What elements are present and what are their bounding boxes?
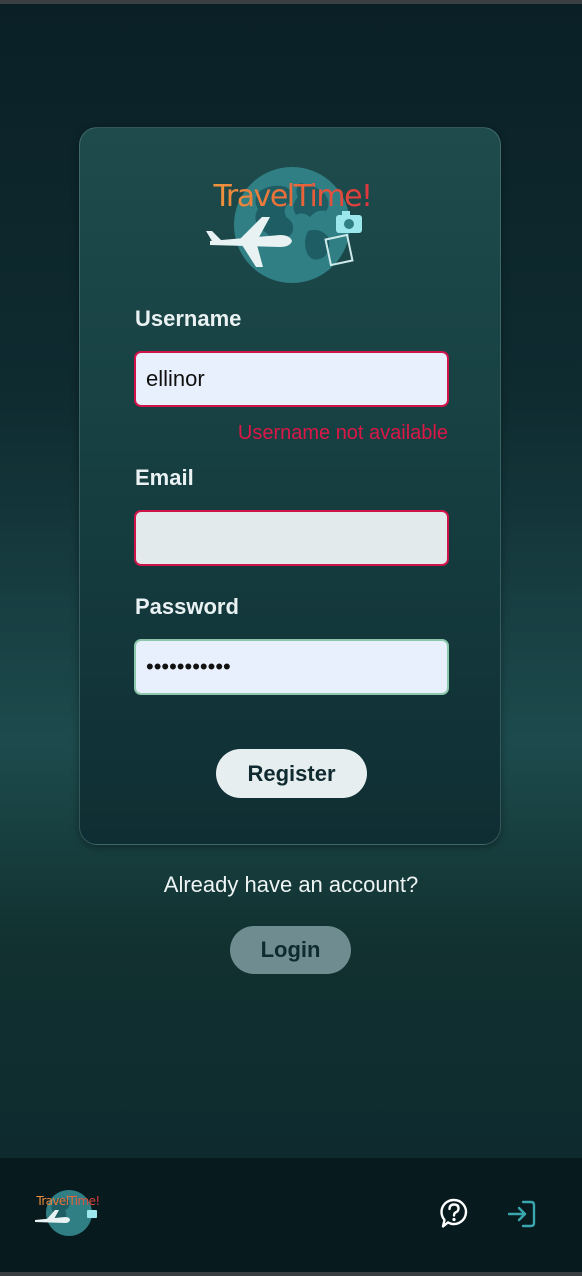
email-label: Email	[135, 465, 194, 490]
footer-logo-text: TravelTime!	[27, 1194, 109, 1208]
password-label: Password	[135, 594, 239, 619]
logo-text: TravelTime!	[190, 179, 395, 214]
username-error-message: Username not available	[237, 422, 448, 444]
register-page: TravelTime! Username Username not availa…	[0, 4, 582, 1158]
login-button[interactable]: Login	[230, 926, 351, 974]
username-label: Username	[135, 306, 242, 331]
register-button[interactable]: Register	[216, 749, 367, 798]
password-input[interactable]	[134, 639, 449, 695]
footer: TravelTime!	[0, 1158, 582, 1272]
login-icon[interactable]	[505, 1198, 537, 1230]
account-prompt: Already have an account?	[163, 872, 419, 897]
bottom-border	[0, 1272, 582, 1276]
help-icon[interactable]	[439, 1197, 469, 1231]
username-input[interactable]	[134, 351, 449, 407]
app-logo: TravelTime!	[190, 161, 395, 286]
email-input[interactable]	[134, 510, 449, 566]
footer-logo[interactable]: TravelTime!	[27, 1188, 109, 1238]
register-card: TravelTime! Username Username not availa…	[79, 127, 501, 845]
